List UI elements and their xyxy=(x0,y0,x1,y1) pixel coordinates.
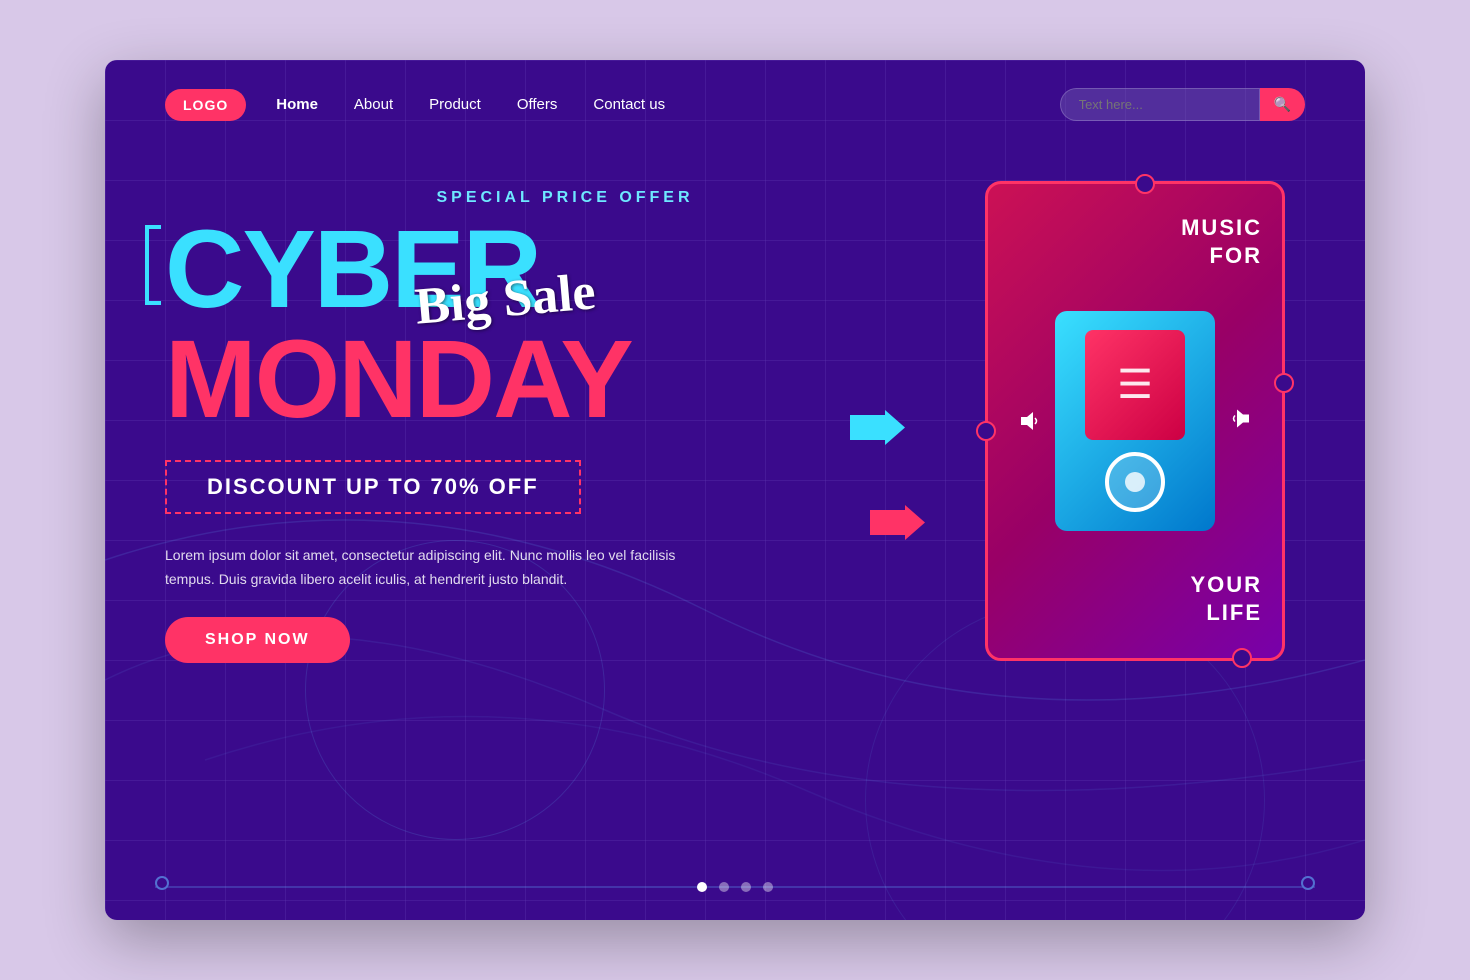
arrow-icon-1 xyxy=(850,410,905,445)
card-circle-middle-right xyxy=(1274,373,1294,393)
arrow-icon-2 xyxy=(870,505,925,540)
nav-link-about[interactable]: About xyxy=(354,96,393,113)
nav-link-offers[interactable]: Offers xyxy=(517,96,558,113)
special-price-label: SPECIAL PRICE OFFER xyxy=(165,189,965,207)
player-screen: ☰ xyxy=(1085,330,1185,440)
monday-text: MONDAY xyxy=(165,325,965,435)
discount-box: DISCOUNT UP TO 70% OFF xyxy=(165,460,581,514)
slider-dot-1[interactable] xyxy=(697,882,707,892)
slider-left-endpoint xyxy=(155,876,169,890)
dots-container xyxy=(697,882,773,892)
nav-link-contact[interactable]: Contact us xyxy=(593,96,665,113)
speaker-left-icon xyxy=(1020,410,1042,432)
music-card: MUSICFOR xyxy=(985,181,1285,661)
left-section: SPECIAL PRICE OFFER CYBER MONDAY Big Sal… xyxy=(165,169,965,663)
music-for-text: MUSICFOR xyxy=(1181,214,1262,271)
description-text: Lorem ipsum dolor sit amet, consectetur … xyxy=(165,544,685,592)
shop-now-button[interactable]: SHOP NOW xyxy=(165,617,350,663)
search-area: 🔍 xyxy=(1060,88,1305,121)
player-wheel xyxy=(1105,452,1165,512)
bracket-left xyxy=(145,225,161,305)
nav-item-product[interactable]: Product xyxy=(429,96,481,114)
cyber-monday-container: CYBER MONDAY Big Sale xyxy=(165,215,965,435)
page-wrapper: LOGO Home About Product Offers Contact u… xyxy=(105,60,1365,920)
right-section: MUSICFOR xyxy=(965,169,1305,663)
nav-item-contact[interactable]: Contact us xyxy=(593,96,665,114)
nav-item-about[interactable]: About xyxy=(354,96,393,114)
logo-button[interactable]: LOGO xyxy=(165,89,246,121)
nav-link-home[interactable]: Home xyxy=(276,96,318,113)
your-life-text: YOURLIFE xyxy=(1190,571,1262,628)
card-circle-top xyxy=(1135,174,1155,194)
navbar: LOGO Home About Product Offers Contact u… xyxy=(105,60,1365,149)
main-content: SPECIAL PRICE OFFER CYBER MONDAY Big Sal… xyxy=(105,149,1365,663)
card-circle-middle-left xyxy=(976,421,996,441)
discount-text: DISCOUNT UP TO 70% OFF xyxy=(207,474,539,499)
slider-dot-3[interactable] xyxy=(741,882,751,892)
slider-dot-4[interactable] xyxy=(763,882,773,892)
nav-item-offers[interactable]: Offers xyxy=(517,96,558,114)
slider-area xyxy=(105,882,1365,892)
nav-link-product[interactable]: Product xyxy=(429,96,481,113)
player-wheel-inner xyxy=(1125,472,1145,492)
nav-links: Home About Product Offers Contact us xyxy=(276,96,665,114)
speaker-right-icon xyxy=(1228,407,1250,429)
player-screen-icon: ☰ xyxy=(1117,362,1153,408)
search-input[interactable] xyxy=(1060,88,1260,121)
search-icon: 🔍 xyxy=(1274,96,1291,112)
player-device: ☰ xyxy=(1055,311,1215,531)
slider-right-endpoint xyxy=(1301,876,1315,890)
slider-dot-2[interactable] xyxy=(719,882,729,892)
search-button[interactable]: 🔍 xyxy=(1260,88,1305,121)
nav-item-home[interactable]: Home xyxy=(276,96,318,114)
card-circle-bottom-right xyxy=(1232,648,1252,668)
